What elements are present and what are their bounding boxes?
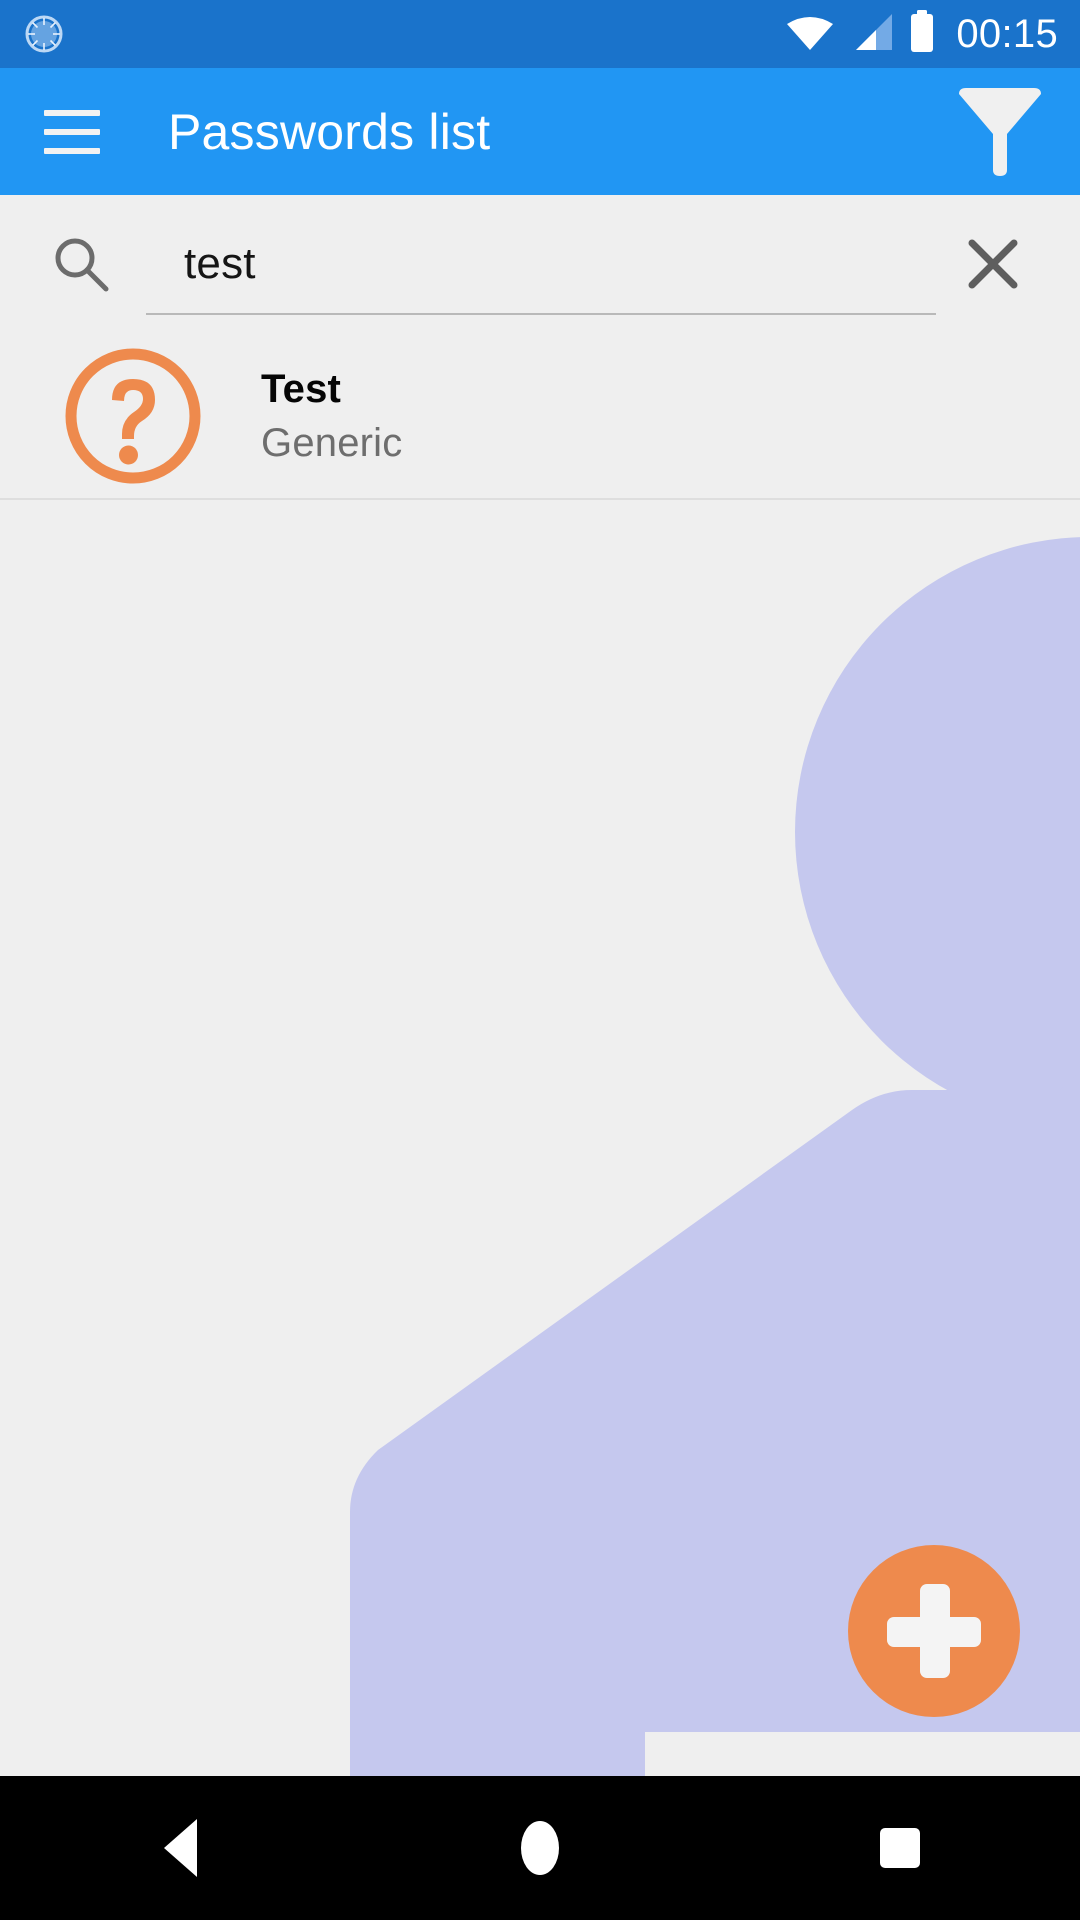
page-title: Passwords list: [168, 103, 491, 160]
close-x-icon[interactable]: [958, 229, 1028, 299]
list-item-texts: Test Generic: [261, 369, 402, 463]
add-password-fab[interactable]: [848, 1545, 1020, 1717]
passwords-list: Test Generic: [0, 332, 1080, 500]
triangle-left-icon: [163, 1819, 197, 1877]
search-underline-divider: [146, 313, 936, 315]
android-screen: 00:15 Passwords list test Test Generic: [0, 0, 1080, 1920]
sync-icon: [22, 12, 66, 56]
question-mark-circle-icon: [60, 343, 206, 489]
nav-back-button[interactable]: [0, 1776, 360, 1920]
wifi-icon: [785, 12, 835, 57]
status-bar-left: [22, 12, 66, 56]
status-bar: 00:15: [0, 0, 1080, 68]
search-magnifier-icon: [52, 235, 110, 293]
hamburger-menu-icon[interactable]: [44, 109, 100, 154]
plus-vertical-bar: [920, 1584, 950, 1678]
nav-home-button[interactable]: [360, 1776, 720, 1920]
circle-icon: [521, 1821, 559, 1875]
list-item-subtitle: Generic: [261, 421, 403, 465]
search-bar[interactable]: [0, 195, 1080, 332]
cellular-signal-icon: [850, 12, 894, 57]
hamburger-bar: [44, 109, 100, 116]
android-navigation-bar: [0, 1776, 1080, 1920]
list-item[interactable]: Test Generic: [0, 332, 1080, 500]
app-bar: Passwords list: [0, 68, 1080, 195]
nav-recents-button[interactable]: [720, 1776, 1080, 1920]
list-item-divider: [0, 498, 1080, 500]
status-bar-right: 00:15: [785, 9, 1058, 59]
hamburger-bar: [44, 147, 100, 154]
plus-icon: [887, 1584, 981, 1678]
hamburger-bar: [44, 128, 100, 135]
filter-funnel-icon[interactable]: [952, 84, 1048, 180]
list-item-title: Test: [261, 367, 342, 411]
search-input[interactable]: [184, 238, 958, 289]
square-icon: [880, 1828, 920, 1868]
battery-icon: [909, 9, 935, 59]
status-bar-clock: 00:15: [956, 12, 1058, 56]
